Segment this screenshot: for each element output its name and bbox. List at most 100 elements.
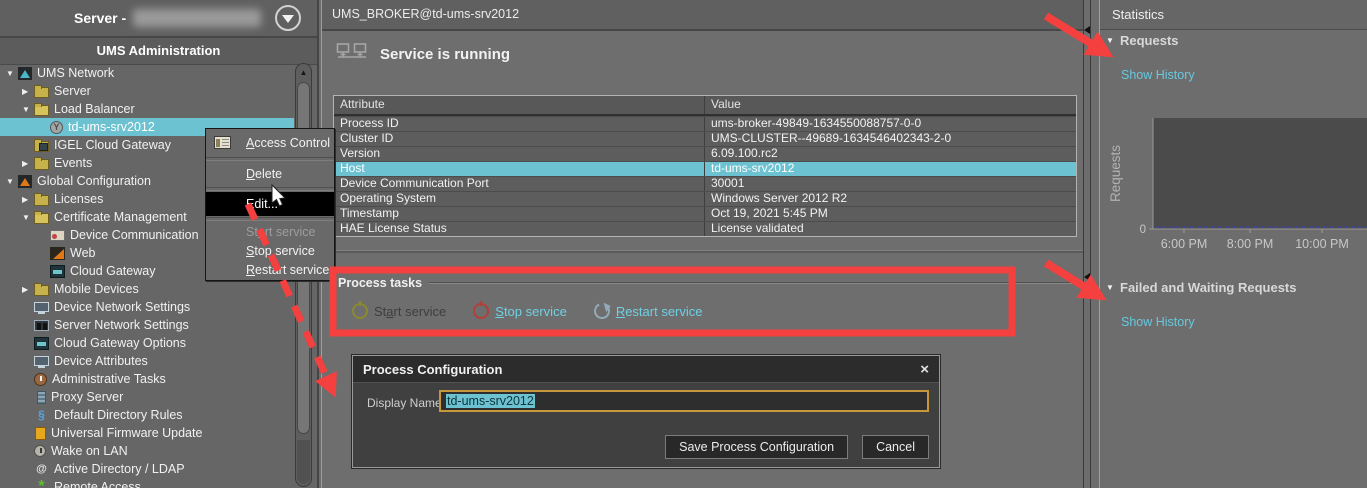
tree-item-cloud-gateway-options[interactable]: Cloud Gateway Options — [0, 334, 294, 352]
rules-icon: § — [34, 409, 49, 422]
tree-item-proxy-server[interactable]: Proxy Server — [0, 388, 294, 406]
tree-item-active-directory-ldap[interactable]: @Active Directory / LDAP — [0, 460, 294, 478]
tree-item-load-balancer[interactable]: ▼ Load Balancer — [0, 100, 294, 118]
table-row-cluster-id[interactable]: Cluster IDUMS-CLUSTER--49689-16345464023… — [334, 131, 1076, 146]
menu-item-stop-service[interactable]: Stop service — [206, 241, 334, 260]
network-status-icon — [336, 42, 368, 66]
icg-icon — [34, 337, 49, 350]
table-row-hae-license-status[interactable]: HAE License StatusLicense validated — [334, 221, 1076, 236]
menu-item-label: Delete — [246, 167, 282, 181]
save-process-configuration-button[interactable]: Save Process Configuration — [665, 435, 848, 459]
panel-divider[interactable] — [1083, 0, 1099, 488]
statistics-panel: Statistics ▼RequestsShow History0Request… — [1099, 0, 1367, 488]
value-cell: ums-broker-49849-1634550088757-0-0 — [705, 117, 1076, 131]
server-dropdown-button[interactable] — [275, 5, 301, 31]
value-cell: 30001 — [705, 177, 1076, 191]
table-row-process-id[interactable]: Process IDums-broker-49849-1634550088757… — [334, 116, 1076, 131]
attribute-cell: Version — [334, 147, 705, 161]
menu-item-label: Edit... — [246, 197, 278, 211]
tree-item-label: Events — [54, 156, 92, 170]
menu-item-label: Restart service — [246, 263, 329, 277]
expander-right-icon[interactable]: ▶ — [22, 195, 34, 204]
tree-item-server-network-settings[interactable]: Server Network Settings — [0, 316, 294, 334]
value-cell: td-ums-srv2012 — [705, 162, 1076, 176]
tree-item-label: Device Attributes — [54, 354, 148, 368]
scrollbar-up-icon[interactable]: ▲ — [296, 66, 311, 80]
firmware-icon — [35, 427, 46, 440]
expander-right-icon[interactable]: ▶ — [22, 285, 34, 294]
table-row-device-communication-port[interactable]: Device Communication Port30001 — [334, 176, 1076, 191]
show-history-link[interactable]: Show History — [1121, 68, 1367, 82]
close-icon[interactable]: × — [920, 362, 929, 377]
value-cell: 6.09.100.rc2 — [705, 147, 1076, 161]
table-row-host[interactable]: Hosttd-ums-srv2012 — [334, 161, 1076, 176]
expander-right-icon[interactable]: ▶ — [22, 87, 34, 96]
menu-item-start-service: Start service — [206, 222, 334, 241]
group-border-line — [429, 282, 1079, 284]
show-history-link[interactable]: Show History — [1121, 315, 1367, 329]
tree-item-administrative-tasks[interactable]: Administrative Tasks — [0, 370, 294, 388]
stop-service-icon — [473, 303, 489, 319]
table-row-timestamp[interactable]: TimestampOct 19, 2021 5:45 PM — [334, 206, 1076, 221]
tree-item-label: Cloud Gateway Options — [54, 336, 186, 350]
column-header-value: Value — [705, 96, 1076, 114]
tree-item-label: Load Balancer — [54, 102, 135, 116]
cancel-button[interactable]: Cancel — [862, 435, 929, 459]
tree-item-label: IGEL Cloud Gateway — [54, 138, 171, 152]
table-row-version[interactable]: Version6.09.100.rc2 — [334, 146, 1076, 161]
tree-item-device-attributes[interactable]: Device Attributes — [0, 352, 294, 370]
tree-item-label: Active Directory / LDAP — [54, 462, 185, 476]
folder-closed-icon — [34, 87, 49, 98]
statistics-title: Statistics — [1100, 0, 1367, 30]
folder-open-icon — [34, 213, 49, 224]
horizontal-splitter[interactable] — [322, 250, 1083, 253]
expander-down-icon[interactable]: ▼ — [22, 213, 34, 222]
restart-service-link[interactable]: Restart service — [594, 303, 703, 319]
stop-service-link[interactable]: Stop service — [473, 303, 567, 319]
dialog-title: Process Configuration — [363, 362, 502, 377]
menu-separator — [206, 187, 334, 191]
menu-item-restart-service[interactable]: Restart service — [206, 260, 334, 279]
menu-item-edit[interactable]: Edit... — [206, 192, 334, 216]
restart-service-icon — [592, 301, 613, 322]
tree-item-universal-firmware-update[interactable]: Universal Firmware Update — [0, 424, 294, 442]
menu-item-delete[interactable]: Delete — [206, 162, 334, 186]
server-network-icon — [34, 320, 49, 331]
proxy-icon — [37, 391, 46, 404]
tree-item-label: Licenses — [54, 192, 103, 206]
table-row-operating-system[interactable]: Operating SystemWindows Server 2012 R2 — [334, 191, 1076, 206]
process-tasks-title: Process tasks — [338, 276, 422, 290]
tree-item-label: Default Directory Rules — [54, 408, 183, 422]
scrollbar-track-end — [297, 440, 310, 484]
process-configuration-dialog: Process Configuration × Display Name td-… — [352, 355, 940, 468]
tree-item-device-network-settings[interactable]: Device Network Settings — [0, 298, 294, 316]
tree-item-ums-network[interactable]: ▼UMS Network — [0, 64, 294, 82]
svg-text:6:00 PM: 6:00 PM — [1161, 237, 1208, 251]
tree-item-server[interactable]: ▶Server — [0, 82, 294, 100]
folder-open-icon — [34, 105, 49, 116]
expander-down-icon[interactable]: ▼ — [6, 177, 18, 186]
expander-down-icon[interactable]: ▼ — [22, 105, 34, 114]
tree-item-default-directory-rules[interactable]: § Default Directory Rules — [0, 406, 294, 424]
expander-down-icon[interactable]: ▼ — [6, 69, 18, 78]
display-name-input[interactable]: td-ums-srv2012 — [439, 390, 929, 412]
attribute-cell: Cluster ID — [334, 132, 705, 146]
section-collapse-icon[interactable]: ▼ — [1100, 36, 1120, 45]
main-panel-title: UMS_BROKER@td-ums-srv2012 — [322, 0, 1083, 31]
section-collapse-icon[interactable]: ▼ — [1100, 283, 1120, 292]
expander-right-icon[interactable]: ▶ — [22, 159, 34, 168]
menu-separator — [206, 217, 334, 221]
server-label: Server - — [74, 10, 126, 26]
collapse-handle-icon[interactable] — [1084, 26, 1090, 34]
menu-item-access-control[interactable]: Access Control — [206, 130, 334, 156]
tree-item-remote-access[interactable]: *Remote Access — [0, 478, 294, 488]
service-status: Service is running — [336, 42, 510, 66]
ums-administration-title: UMS Administration — [0, 38, 317, 65]
start-service-link: Start service — [352, 303, 446, 319]
start-service-icon — [352, 303, 368, 319]
tree-item-wake-on-lan[interactable]: Wake on LAN — [0, 442, 294, 460]
stats-section-failed-and-waiting-requests: ▼Failed and Waiting RequestsShow History… — [1100, 280, 1367, 309]
collapse-handle-icon[interactable] — [1084, 273, 1090, 281]
wol-icon — [34, 445, 46, 457]
tree-item-mobile-devices[interactable]: ▶Mobile Devices — [0, 280, 294, 298]
